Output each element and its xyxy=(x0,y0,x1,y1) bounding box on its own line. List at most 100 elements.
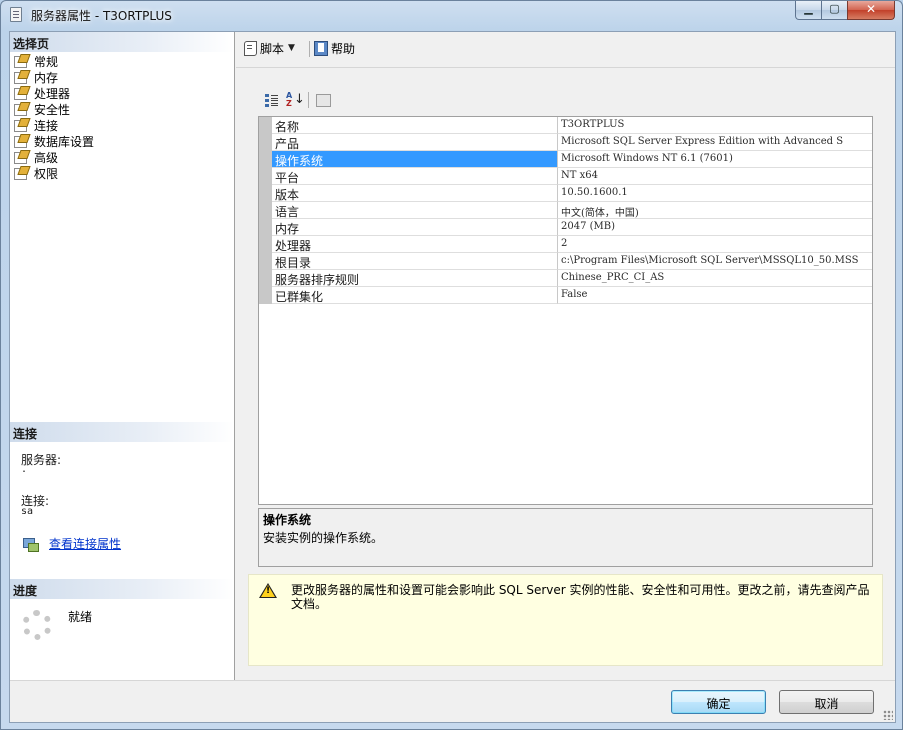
property-row-platform[interactable]: 平台 NT x64 xyxy=(259,168,872,185)
close-button[interactable]: ✕ xyxy=(847,1,895,20)
property-name: 已群集化 xyxy=(272,287,558,304)
property-value: Chinese_PRC_CI_AS xyxy=(558,270,872,287)
property-page-icon xyxy=(13,118,29,132)
page-item-label: 内存 xyxy=(34,70,59,85)
property-page-icon xyxy=(13,54,29,68)
property-name: 语言 xyxy=(272,202,558,219)
grid-margin xyxy=(259,270,272,287)
property-value: Microsoft Windows NT 6.1 (7601) xyxy=(558,151,872,168)
cancel-button[interactable]: 取消 xyxy=(779,690,874,714)
description-text: 安装实例的操作系统。 xyxy=(263,531,384,545)
property-row-product[interactable]: 产品 Microsoft SQL Server Express Edition … xyxy=(259,134,872,151)
general-page-content: AZ 名称 T3ORTPLUS 产品 Microsoft SQL Server … xyxy=(236,69,895,680)
connection-header: 连接 xyxy=(10,422,234,442)
ok-button[interactable]: 确定 xyxy=(671,690,766,714)
page-item-permissions[interactable]: 权限 xyxy=(13,165,228,181)
grid-margin xyxy=(259,134,272,151)
property-value: 2 xyxy=(558,236,872,253)
property-row-is-clustered[interactable]: 已群集化 False xyxy=(259,287,872,304)
toolbar-separator xyxy=(309,41,310,57)
property-page-icon xyxy=(13,134,29,148)
property-page-icon xyxy=(13,86,29,100)
script-icon xyxy=(243,40,257,56)
property-value: T3ORTPLUS xyxy=(558,117,872,134)
property-name: 版本 xyxy=(272,185,558,202)
property-row-root-directory[interactable]: 根目录 c:\Program Files\Microsoft SQL Serve… xyxy=(259,253,872,270)
page-item-label: 高级 xyxy=(34,150,59,165)
page-item-connections[interactable]: 连接 xyxy=(13,117,228,133)
toolbar-separator xyxy=(308,92,309,108)
warning-text: 更改服务器的属性和设置可能会影响此 SQL Server 实例的性能、安全性和可… xyxy=(291,583,870,611)
left-panel: 选择页 常规 内存 处理器 安全性 连接 数据库设置 高级 权限 连接 服务器:… xyxy=(10,32,235,680)
page-item-security[interactable]: 安全性 xyxy=(13,101,228,117)
server-properties-window: 服务器属性 - T3ORTPLUS ▁ ▢ ✕ 选择页 常规 内存 处理器 安全… xyxy=(0,0,903,730)
property-value: 10.50.1600.1 xyxy=(558,185,872,202)
property-page-icon xyxy=(13,150,29,164)
window-title: 服务器属性 - T3ORTPLUS xyxy=(31,9,172,23)
property-row-memory[interactable]: 内存 2047 (MB) xyxy=(259,219,872,236)
grid-margin xyxy=(259,219,272,236)
connection-value: sa xyxy=(21,506,34,517)
minimize-button[interactable]: ▁ xyxy=(795,1,822,20)
grid-margin xyxy=(259,168,272,185)
sort-alphabetical-icon[interactable]: AZ xyxy=(284,91,305,109)
property-row-processors[interactable]: 处理器 2 xyxy=(259,236,872,253)
minimize-icon: ▁ xyxy=(804,2,813,15)
page-item-processors[interactable]: 处理器 xyxy=(13,85,228,101)
property-name: 操作系统 xyxy=(272,151,558,168)
page-item-label: 数据库设置 xyxy=(34,134,95,149)
page-item-general[interactable]: 常规 xyxy=(13,53,228,69)
grid-margin xyxy=(259,151,272,168)
connection-properties-icon xyxy=(23,537,39,552)
dialog-footer: 确定 取消 xyxy=(10,680,895,722)
property-name: 服务器排序规则 xyxy=(272,270,558,287)
help-button[interactable]: 帮助 xyxy=(313,39,355,57)
view-connection-properties-link[interactable]: 查看连接属性 xyxy=(49,535,121,552)
description-title: 操作系统 xyxy=(263,513,312,527)
property-name: 平台 xyxy=(272,168,558,185)
maximize-button[interactable]: ▢ xyxy=(821,1,848,20)
property-row-operating-system[interactable]: 操作系统 Microsoft Windows NT 6.1 (7601) xyxy=(259,151,872,168)
page-item-label: 常规 xyxy=(34,54,59,69)
chevron-down-icon[interactable]: ▼ xyxy=(288,43,295,53)
property-row-language[interactable]: 语言 中文(简体，中国) xyxy=(259,202,872,219)
title-bar[interactable]: 服务器属性 - T3ORTPLUS ▁ ▢ ✕ xyxy=(1,1,902,29)
property-page-icon xyxy=(13,102,29,116)
property-value: 中文(简体，中国) xyxy=(558,202,872,219)
property-page-icon xyxy=(13,166,29,180)
dialog-client-area: 选择页 常规 内存 处理器 安全性 连接 数据库设置 高级 权限 连接 服务器:… xyxy=(9,31,896,723)
categorized-icon[interactable] xyxy=(262,91,282,109)
page-item-label: 处理器 xyxy=(34,86,71,101)
property-row-name[interactable]: 名称 T3ORTPLUS xyxy=(259,117,872,134)
maximize-icon: ▢ xyxy=(829,2,840,15)
page-item-label: 权限 xyxy=(34,166,59,181)
progress-spinner-icon xyxy=(22,610,52,640)
select-page-header: 选择页 xyxy=(10,32,234,52)
script-label: 脚本 xyxy=(260,41,285,56)
page-item-advanced[interactable]: 高级 xyxy=(13,149,228,165)
document-icon xyxy=(10,7,22,22)
page-item-memory[interactable]: 内存 xyxy=(13,69,228,85)
grid-margin xyxy=(259,236,272,253)
resize-grip-icon[interactable] xyxy=(883,710,893,720)
property-pages-icon[interactable] xyxy=(313,91,333,109)
help-icon xyxy=(313,40,328,56)
property-name: 产品 xyxy=(272,134,558,151)
property-value: NT x64 xyxy=(558,168,872,185)
grid-margin xyxy=(259,287,272,304)
page-item-database-settings[interactable]: 数据库设置 xyxy=(13,133,228,149)
script-button[interactable]: 脚本 ▼ xyxy=(243,39,295,57)
property-row-server-collation[interactable]: 服务器排序规则 Chinese_PRC_CI_AS xyxy=(259,270,872,287)
progress-header: 进度 xyxy=(10,579,234,599)
property-name: 处理器 xyxy=(272,236,558,253)
grid-margin xyxy=(259,253,272,270)
toolbar: 脚本 ▼ 帮助 xyxy=(236,32,895,68)
close-icon: ✕ xyxy=(865,2,877,16)
progress-status: 就绪 xyxy=(68,610,93,624)
warning-banner: 更改服务器的属性和设置可能会影响此 SQL Server 实例的性能、安全性和可… xyxy=(248,574,883,666)
help-label: 帮助 xyxy=(331,41,356,56)
property-name: 内存 xyxy=(272,219,558,236)
property-row-version[interactable]: 版本 10.50.1600.1 xyxy=(259,185,872,202)
property-value: Microsoft SQL Server Express Edition wit… xyxy=(558,134,872,151)
page-item-label: 安全性 xyxy=(34,102,71,117)
